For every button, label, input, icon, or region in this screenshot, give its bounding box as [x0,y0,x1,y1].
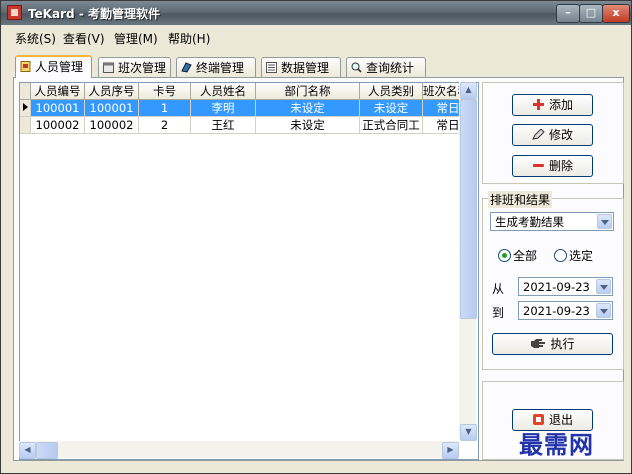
radio-all-label: 全部 [513,249,538,263]
to-date-picker[interactable]: 2021-09-23 [518,301,613,320]
table-cell[interactable]: 2 [139,117,191,134]
table-cell[interactable]: 1 [139,100,191,117]
tab-label: 终端管理 [196,61,245,75]
table-cell[interactable]: 未设定 [256,117,360,134]
to-label: 到 [492,306,505,320]
radio-all[interactable]: 全部 [498,247,537,264]
tab-label: 数据管理 [281,61,330,75]
from-date-picker[interactable]: 2021-09-23 [518,277,613,296]
mode-select-value: 生成考勤结果 [495,215,564,229]
terminal-icon [181,62,192,73]
table-cell[interactable]: 100001 [31,100,85,117]
chevron-down-icon[interactable] [596,303,611,318]
exit-icon [532,414,544,425]
main-window: TeKard - 考勤管理软件 – □ x 系统(S) 查看(V) 管理(M) … [0,0,632,474]
chevron-down-icon[interactable] [597,214,612,229]
table-cell[interactable]: 100002 [85,117,139,134]
row-indicator-header [20,83,31,100]
column-header[interactable]: 人员编号 [31,83,85,100]
plus-icon [532,99,544,110]
execute-button[interactable]: 执行 [492,333,613,355]
close-button[interactable]: x [602,4,630,23]
tab-query[interactable]: 查询统计 [346,57,426,77]
title-bar[interactable]: TeKard - 考勤管理软件 – □ x [1,1,631,25]
mode-select[interactable]: 生成考勤结果 [490,212,614,231]
edit-button[interactable]: 修改 [512,124,593,146]
row-indicator [20,100,31,117]
app-icon [7,5,22,20]
scroll-thumb[interactable] [460,99,477,319]
scroll-right-button[interactable]: ▶ [442,442,459,459]
horizontal-scrollbar[interactable]: ◀ ▶ [19,441,459,459]
vertical-scrollbar[interactable]: ▲ ▼ [459,82,477,441]
table-row[interactable]: 100001 100001 1 李明 未设定 未设定 常日 [20,100,478,117]
magnifier-icon [351,62,362,73]
column-header[interactable]: 人员姓名 [191,83,256,100]
radio-selected-label: 选定 [569,249,594,263]
table-cell[interactable]: 李明 [191,100,256,117]
table-cell[interactable]: 100002 [31,117,85,134]
personnel-table[interactable]: 人员编号 人员序号 卡号 人员姓名 部门名称 人员类别 班次名称 100001 … [19,82,479,460]
column-header[interactable]: 部门名称 [256,83,360,100]
add-label: 添加 [548,98,573,112]
minus-icon [532,164,544,167]
menu-bar: 系统(S) 查看(V) 管理(M) 帮助(H) [1,27,631,47]
maximize-button[interactable]: □ [579,4,603,23]
tab-label: 班次管理 [118,61,167,75]
table-cell[interactable]: 未设定 [360,100,423,117]
table-header: 人员编号 人员序号 卡号 人员姓名 部门名称 人员类别 班次名称 [20,83,478,100]
minimize-button[interactable]: – [556,4,580,23]
window-title: TeKard - 考勤管理软件 [28,7,160,21]
tab-data[interactable]: 数据管理 [261,57,341,77]
delete-button[interactable]: 删除 [512,155,593,177]
add-button[interactable]: 添加 [512,94,593,116]
menu-system[interactable]: 系统(S) [15,30,56,47]
person-card-icon [20,61,31,72]
radio-selected-icon [498,249,511,262]
tab-terminals[interactable]: 终端管理 [176,57,256,77]
row-indicator [20,117,31,134]
tab-shifts[interactable]: 班次管理 [98,57,171,77]
schedule-group-label: 排班和结果 [488,191,553,208]
tab-label: 人员管理 [35,60,84,74]
from-date-value: 2021-09-23 [523,280,590,294]
column-header[interactable]: 人员序号 [85,83,139,100]
tab-label: 查询统计 [366,61,415,75]
table-cell[interactable]: 正式合同工 [360,117,423,134]
edit-icon [532,129,545,140]
menu-help[interactable]: 帮助(H) [168,30,210,47]
current-row-arrow-icon [22,103,28,111]
calendar-icon [103,62,114,73]
table-cell[interactable]: 未设定 [256,100,360,117]
execute-label: 执行 [550,337,575,351]
radio-unselected-icon [554,249,567,262]
menu-manage[interactable]: 管理(M) [114,30,158,47]
scroll-down-button[interactable]: ▼ [460,424,477,441]
pointing-hand-icon [531,339,546,348]
scroll-left-button[interactable]: ◀ [19,442,36,459]
scroll-thumb[interactable] [36,442,58,459]
table-row[interactable]: 100002 100002 2 王红 未设定 正式合同工 常日 [20,117,478,134]
radio-selected[interactable]: 选定 [554,247,593,264]
column-header[interactable]: 人员类别 [360,83,423,100]
to-date-value: 2021-09-23 [523,304,590,318]
edit-label: 修改 [548,128,573,142]
menu-view[interactable]: 查看(V) [63,30,105,47]
database-icon [266,62,277,73]
tab-personnel[interactable]: 人员管理 [15,55,92,78]
table-cell[interactable]: 100001 [85,100,139,117]
from-label: 从 [492,282,505,296]
chevron-down-icon[interactable] [596,279,611,294]
delete-label: 删除 [548,159,573,173]
column-header[interactable]: 卡号 [139,83,191,100]
watermark-logo: 最需网 [519,430,594,459]
table-cell[interactable]: 王红 [191,117,256,134]
scroll-up-button[interactable]: ▲ [460,82,477,99]
